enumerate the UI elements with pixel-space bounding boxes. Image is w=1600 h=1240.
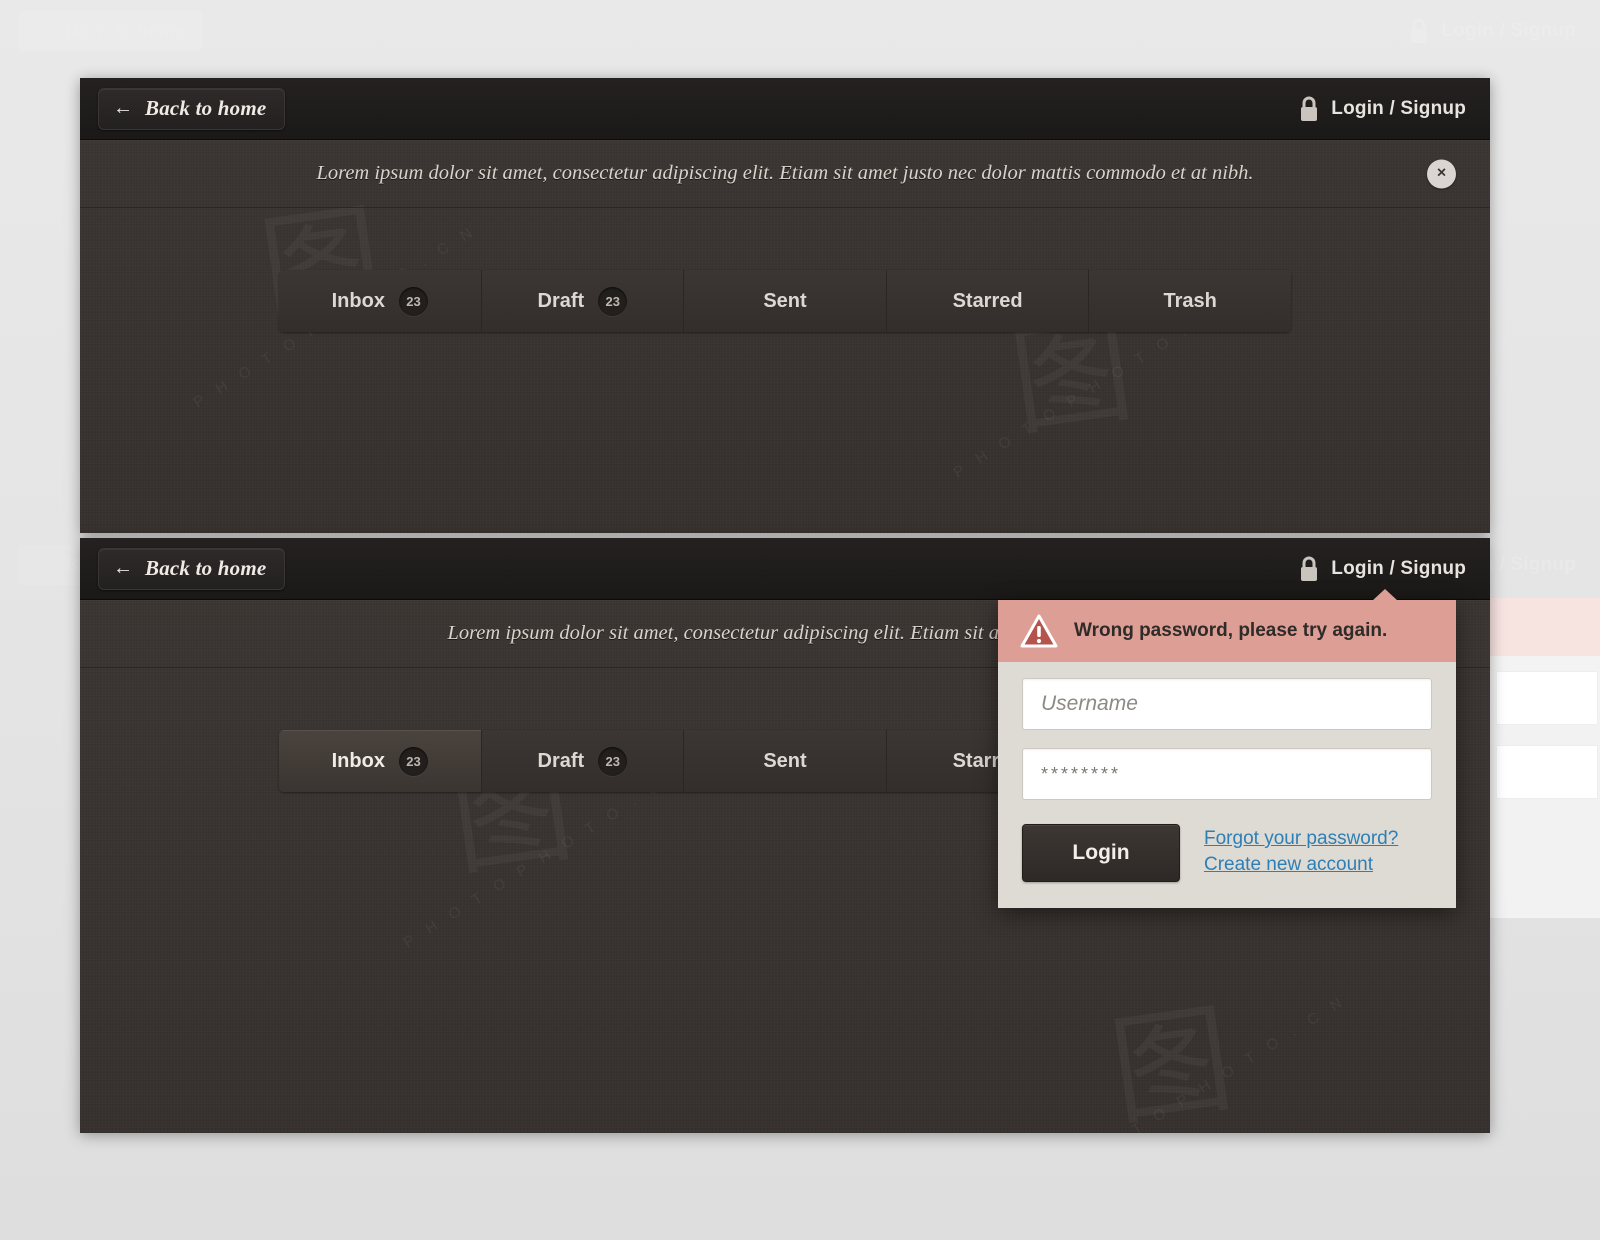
arrow-left-icon: ←: [113, 97, 133, 119]
login-actions: Login Forgot your password? Create new a…: [1022, 824, 1432, 882]
tab-label: Draft: [537, 289, 585, 312]
tab-draft[interactable]: Draft 23: [481, 270, 685, 332]
tab-label: Trash: [1163, 289, 1217, 312]
tab-inbox[interactable]: Inbox 23: [279, 730, 482, 792]
error-alert: Wrong password, please try again.: [998, 600, 1456, 662]
tab-badge: 23: [598, 746, 628, 776]
tab-starred[interactable]: Starred: [886, 270, 1090, 332]
tab-sent[interactable]: Sent: [684, 730, 887, 792]
arrow-left-icon: ←: [32, 19, 52, 42]
mail-panel-top: ← Back to home Login / Signup Lorem ipsu…: [80, 78, 1490, 533]
back-to-home-label: Back to home: [145, 95, 267, 120]
screenshot-stage: ← Back to home Login / Signup ← Back to …: [0, 0, 1600, 1240]
popover-arrow: [1372, 589, 1398, 601]
login-signup-button[interactable]: Login / Signup: [1298, 96, 1466, 122]
create-account-link[interactable]: Create new account: [1204, 854, 1398, 876]
tab-draft[interactable]: Draft 23: [481, 730, 685, 792]
tab-label: Sent: [763, 749, 807, 772]
ghost-popover-alert: [1487, 598, 1600, 656]
close-icon[interactable]: ×: [1427, 159, 1456, 188]
login-button[interactable]: Login: [1022, 824, 1180, 882]
back-to-home-button[interactable]: ← Back to home: [98, 547, 286, 590]
tab-label: Sent: [763, 289, 807, 312]
tab-sent[interactable]: Sent: [684, 270, 887, 332]
ghost-popover-field-1: [1497, 672, 1597, 724]
username-input[interactable]: [1022, 678, 1432, 730]
ghost-back-label: Back to home: [64, 18, 186, 42]
watermark-mark: 图: [1098, 960, 1241, 1133]
lock-icon: [1301, 556, 1318, 581]
login-form: Login Forgot your password? Create new a…: [998, 662, 1456, 908]
ghost-login-signup: Login / Signup: [1408, 18, 1576, 44]
arrow-left-icon: ←: [32, 553, 52, 576]
back-to-home-button[interactable]: ← Back to home: [98, 87, 286, 130]
panel-bottom-topbar: ← Back to home Login / Signup: [80, 538, 1490, 600]
lock-icon: [1411, 18, 1428, 43]
password-input[interactable]: [1022, 748, 1432, 800]
background-ghost-topbar: ← Back to home Login / Signup: [0, 0, 1600, 78]
ghost-auth-label: Login / Signup: [1441, 20, 1576, 41]
announcement-banner: Lorem ipsum dolor sit amet, consectetur …: [80, 140, 1490, 208]
login-popover: Wrong password, please try again. Login …: [998, 589, 1456, 908]
forgot-password-link[interactable]: Forgot your password?: [1204, 828, 1398, 850]
lock-icon: [1301, 96, 1318, 121]
watermark-text: P H O T O P H O T O . C N: [1060, 991, 1351, 1133]
tab-badge: 23: [398, 286, 428, 316]
tab-inbox[interactable]: Inbox 23: [279, 270, 482, 332]
ghost-popover-field-2: [1497, 746, 1597, 798]
warning-triangle-icon: [1020, 614, 1058, 648]
login-signup-label: Login / Signup: [1331, 557, 1466, 579]
back-to-home-label: Back to home: [145, 555, 267, 580]
tab-trash[interactable]: Trash: [1089, 270, 1291, 332]
tab-label: Draft: [537, 749, 585, 772]
login-signup-label: Login / Signup: [1331, 97, 1466, 119]
tab-label: Inbox: [331, 289, 385, 312]
login-links: Forgot your password? Create new account: [1204, 824, 1398, 876]
tab-label: Starred: [952, 289, 1023, 312]
panel-top-topbar: ← Back to home Login / Signup: [80, 78, 1490, 140]
mailbox-tabs-top: Inbox 23 Draft 23 Sent Starred Trash: [279, 270, 1291, 332]
arrow-left-icon: ←: [113, 557, 133, 579]
announcement-text: Lorem ipsum dolor sit amet, consectetur …: [316, 162, 1254, 184]
login-signup-button[interactable]: Login / Signup: [1298, 556, 1466, 582]
tab-badge: 23: [398, 746, 428, 776]
tab-badge: 23: [598, 286, 628, 316]
tab-label: Inbox: [331, 749, 385, 772]
error-alert-text: Wrong password, please try again.: [1074, 620, 1388, 641]
ghost-back-to-home-button: ← Back to home: [18, 11, 204, 51]
